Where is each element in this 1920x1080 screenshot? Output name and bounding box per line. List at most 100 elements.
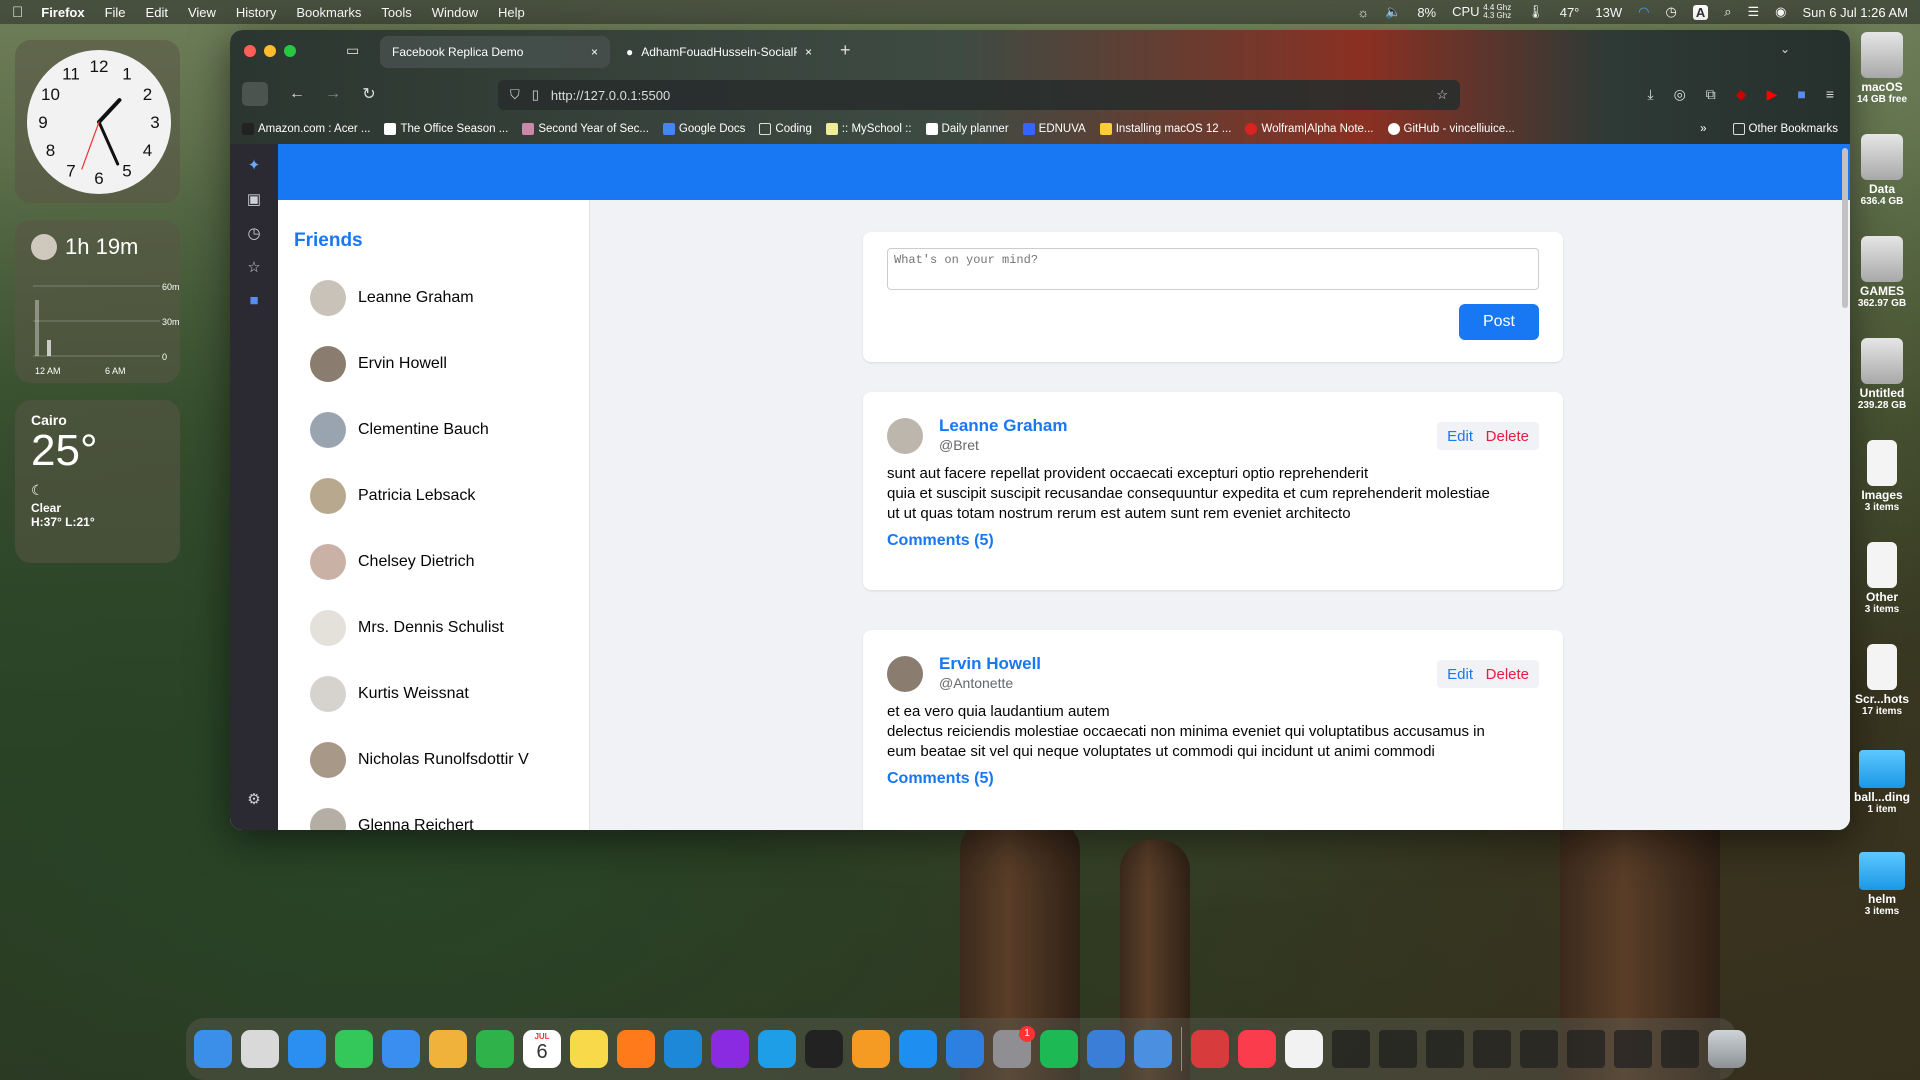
mail-icon[interactable] bbox=[382, 1030, 420, 1068]
wifi-icon[interactable]: ◠ bbox=[1638, 4, 1649, 20]
siri-icon[interactable]: ◉ bbox=[1775, 4, 1786, 20]
input-source[interactable]: A bbox=[1692, 4, 1709, 20]
facetime-icon[interactable] bbox=[476, 1030, 514, 1068]
zoom-window-button[interactable] bbox=[284, 45, 296, 57]
terminal-icon[interactable] bbox=[805, 1030, 843, 1068]
shield-icon[interactable]: ⛉ bbox=[510, 87, 520, 103]
url-text[interactable]: http://127.0.0.1:5500 bbox=[551, 88, 670, 103]
bookmark-item[interactable]: :: MySchool :: bbox=[825, 123, 912, 135]
friend-item[interactable]: Patricia Lebsack bbox=[310, 478, 475, 514]
desktop-icon-disk[interactable]: macOS 14 GB free bbox=[1852, 32, 1912, 105]
new-tab-button[interactable]: + bbox=[840, 40, 851, 61]
friend-item[interactable]: Clementine Bauch bbox=[310, 412, 489, 448]
system-settings-icon[interactable]: 1 bbox=[993, 1026, 1035, 1068]
desktop-icon-disk[interactable]: Data 636.4 GB bbox=[1852, 134, 1912, 207]
power-draw[interactable]: 13W bbox=[1595, 5, 1622, 20]
messages-icon[interactable] bbox=[335, 1030, 373, 1068]
forward-icon[interactable]: → bbox=[318, 85, 348, 103]
bookmark-item[interactable]: Google Docs bbox=[662, 123, 745, 135]
minimized-window-thumbnail[interactable] bbox=[1614, 1030, 1652, 1068]
minimized-window-thumbnail[interactable] bbox=[1379, 1030, 1417, 1068]
youtube-ext-icon[interactable]: ▶ bbox=[1767, 86, 1778, 103]
menu-bookmarks[interactable]: Bookmarks bbox=[296, 5, 361, 20]
weather-widget[interactable]: Cairo 25° ☾ Clear H:37° L:21° bbox=[15, 400, 180, 563]
extensions-icon[interactable]: ⧉ bbox=[1706, 86, 1716, 103]
friend-item[interactable]: Nicholas Runolfsdottir V bbox=[310, 742, 529, 778]
close-tab-icon[interactable]: × bbox=[591, 45, 598, 59]
launchpad-icon[interactable] bbox=[241, 1030, 279, 1068]
post-author-name[interactable]: Ervin Howell bbox=[939, 654, 1041, 674]
bookmark-item[interactable]: The Office Season ... bbox=[384, 123, 508, 135]
trash-icon[interactable] bbox=[1708, 1030, 1746, 1068]
safari-icon[interactable] bbox=[288, 1030, 326, 1068]
menu-file[interactable]: File bbox=[105, 5, 126, 20]
edge-icon[interactable] bbox=[758, 1030, 796, 1068]
friend-item[interactable]: Leanne Graham bbox=[310, 280, 474, 316]
close-window-button[interactable] bbox=[244, 45, 256, 57]
spotlight-search-icon[interactable]: ⌕ bbox=[1724, 4, 1731, 20]
brightness-icon[interactable]: ☼ bbox=[1357, 5, 1369, 20]
friend-item[interactable]: Mrs. Dennis Schulist bbox=[310, 610, 504, 646]
cpu-temp[interactable]: 47° bbox=[1560, 5, 1580, 20]
ublock-icon[interactable]: ◆ bbox=[1736, 86, 1747, 103]
bookmark-folder[interactable]: Coding bbox=[759, 123, 812, 135]
history-icon[interactable]: ◷ bbox=[230, 224, 278, 242]
bookmark-item[interactable]: Installing macOS 12 ... bbox=[1099, 123, 1231, 135]
desktop-icon-file[interactable]: Other 3 items bbox=[1852, 542, 1912, 615]
minimized-window-thumbnail[interactable] bbox=[1473, 1030, 1511, 1068]
sidebar-toggle-icon[interactable] bbox=[242, 82, 268, 106]
vscode-icon[interactable] bbox=[664, 1030, 702, 1068]
finder-icon[interactable] bbox=[194, 1030, 232, 1068]
minimized-window-thumbnail[interactable] bbox=[1661, 1030, 1699, 1068]
bookmark-star-icon[interactable]: ☆ bbox=[1436, 87, 1448, 103]
friend-item[interactable]: Kurtis Weissnat bbox=[310, 676, 469, 712]
battery-widget[interactable]: 1h 19m 60m 30m 0 12 AM 6 AM bbox=[15, 220, 180, 383]
parallels-icon[interactable] bbox=[1191, 1030, 1229, 1068]
delete-post-button[interactable]: Delete bbox=[1475, 660, 1539, 688]
menu-view[interactable]: View bbox=[188, 5, 216, 20]
xcode-beta-icon[interactable] bbox=[1134, 1030, 1172, 1068]
desktop-icon-folder[interactable]: ball...ding 1 item bbox=[1852, 750, 1912, 815]
friend-item[interactable]: Glenna Reichert bbox=[310, 808, 474, 830]
list-tabs-icon[interactable]: ⌄ bbox=[1780, 42, 1790, 56]
menu-help[interactable]: Help bbox=[498, 5, 525, 20]
ai-chat-icon[interactable]: ✦ bbox=[230, 156, 278, 174]
menu-clock[interactable]: Sun 6 Jul 1:26 AM bbox=[1802, 5, 1908, 20]
minimized-window-thumbnail[interactable] bbox=[1520, 1030, 1558, 1068]
post-author-name[interactable]: Leanne Graham bbox=[939, 416, 1068, 436]
minimized-window-thumbnail[interactable] bbox=[1567, 1030, 1605, 1068]
bookmark-item[interactable]: Wolfram|Alpha Note... bbox=[1245, 123, 1374, 135]
desktop-icon-folder[interactable]: helm 3 items bbox=[1852, 852, 1912, 917]
time-machine-icon[interactable]: ◷ bbox=[1665, 4, 1676, 20]
comments-link[interactable]: Comments (5) bbox=[887, 770, 994, 788]
cpu-monitor[interactable]: CPU 4.4 Ghz 4.3 Ghz bbox=[1452, 4, 1511, 21]
bookmark-item[interactable]: Second Year of Sec... bbox=[522, 123, 649, 135]
xcode-icon[interactable] bbox=[1087, 1030, 1125, 1068]
delete-post-button[interactable]: Delete bbox=[1475, 422, 1539, 450]
comments-link[interactable]: Comments (5) bbox=[887, 532, 994, 550]
tab-overview-icon[interactable]: ▭ bbox=[346, 42, 359, 59]
friend-item[interactable]: Ervin Howell bbox=[310, 346, 447, 382]
back-icon[interactable]: ← bbox=[282, 85, 312, 103]
battery-percentage[interactable]: 8% bbox=[1417, 5, 1436, 20]
sublime-icon[interactable] bbox=[852, 1030, 890, 1068]
bookmark-item[interactable]: Daily planner bbox=[925, 123, 1009, 135]
bookmarks-icon[interactable]: ☆ bbox=[230, 258, 278, 276]
bitwarden-icon[interactable]: ■ bbox=[1797, 86, 1805, 103]
minimized-window-thumbnail[interactable] bbox=[1332, 1030, 1370, 1068]
apple-menu-icon[interactable]:  bbox=[12, 4, 23, 21]
close-tab-icon[interactable]: × bbox=[805, 45, 812, 59]
account-icon[interactable]: ◎ bbox=[1674, 86, 1686, 103]
spotify-icon[interactable] bbox=[1040, 1030, 1078, 1068]
photos-icon[interactable] bbox=[429, 1030, 467, 1068]
synced-tabs-icon[interactable]: ▣ bbox=[230, 190, 278, 208]
notes-icon[interactable] bbox=[570, 1030, 608, 1068]
menu-history[interactable]: History bbox=[236, 5, 276, 20]
reload-icon[interactable]: ↻ bbox=[354, 84, 384, 104]
calendar-icon[interactable]: JUL 6 bbox=[523, 1030, 561, 1068]
url-bar[interactable]: ⛉ ▯ http://127.0.0.1:5500 ☆ bbox=[498, 80, 1460, 110]
firefox-icon[interactable] bbox=[617, 1030, 655, 1068]
other-bookmarks-folder[interactable]: Other Bookmarks bbox=[1732, 123, 1838, 135]
keynote-icon[interactable] bbox=[946, 1030, 984, 1068]
app-menu-icon[interactable]: ≡ bbox=[1826, 86, 1834, 103]
